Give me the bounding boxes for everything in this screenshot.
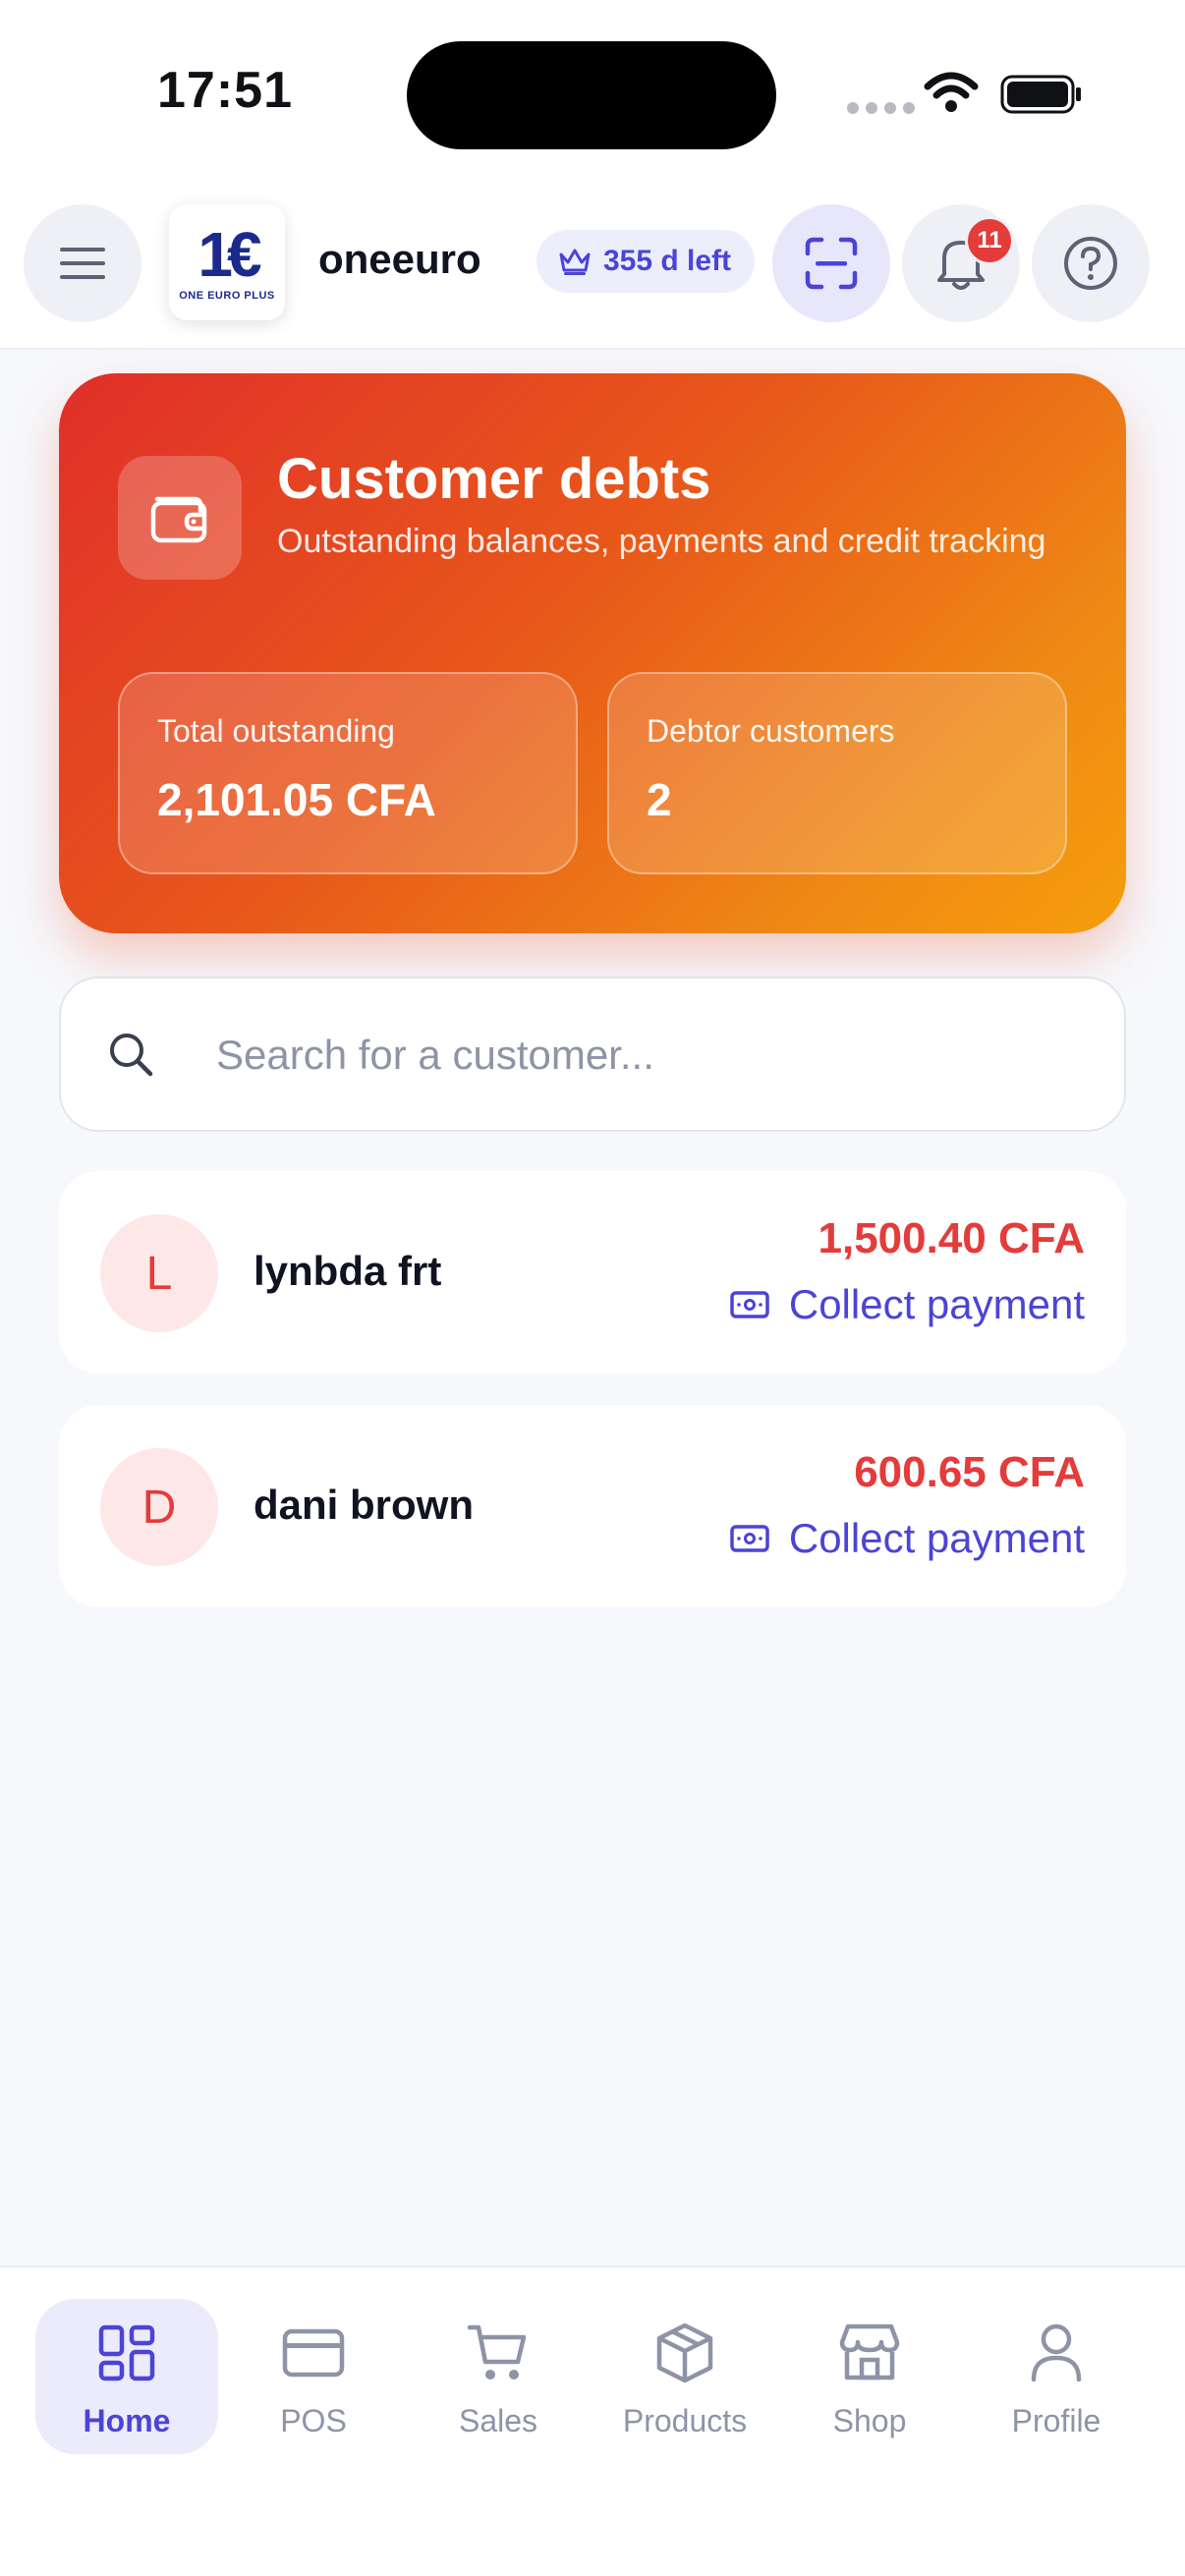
stat-value: 2 (647, 774, 672, 825)
search-input[interactable] (214, 1018, 1079, 1092)
avatar: D (100, 1448, 218, 1566)
store-icon (838, 2319, 901, 2387)
customer-name: dani brown (254, 1482, 474, 1528)
nav-label: Home (83, 2403, 171, 2438)
debt-amount: 600.65 CFA (854, 1448, 1085, 1496)
status-bar: 17:51 (0, 0, 1185, 187)
customer-search-box[interactable] (59, 977, 1126, 1132)
cash-icon (730, 1525, 769, 1552)
nav-shop[interactable]: Shop (778, 2299, 961, 2454)
avatar: L (100, 1214, 218, 1332)
list-item[interactable]: D dani brown 600.65 CFA Collect payment (59, 1405, 1126, 1607)
bottom-navigation: Home POS Sales Products Shop Profile (0, 2266, 1185, 2576)
customer-debts-card: Customer debts Outstanding balances, pay… (59, 373, 1126, 933)
logo-mark: 1€ (198, 219, 261, 290)
wallet-icon (118, 456, 242, 580)
dynamic-island (407, 41, 776, 149)
debt-amount: 1,500.40 CFA (818, 1214, 1086, 1262)
battery-icon (1000, 75, 1081, 114)
cellular-signal-icon (847, 102, 915, 114)
stat-label: Debtor customers (647, 713, 895, 749)
notifications-button[interactable]: 11 (902, 204, 1020, 322)
collect-payment-label: Collect payment (788, 1281, 1085, 1327)
page-subtitle: Outstanding balances, payments and credi… (277, 523, 1046, 560)
user-icon (1030, 2319, 1083, 2387)
logo-caption: ONE EURO PLUS (179, 290, 275, 302)
status-time: 17:51 (157, 62, 293, 119)
search-icon (110, 1034, 153, 1077)
shop-logo[interactable]: 1€ ONE EURO PLUS (169, 204, 285, 320)
collect-payment-label: Collect payment (788, 1515, 1085, 1561)
nav-sales[interactable]: Sales (407, 2299, 590, 2454)
cash-icon (730, 1291, 769, 1318)
help-button[interactable] (1032, 204, 1150, 322)
nav-pos[interactable]: POS (222, 2299, 405, 2454)
nav-profile[interactable]: Profile (965, 2299, 1148, 2454)
scan-icon (805, 237, 858, 290)
help-icon (1064, 237, 1117, 290)
stat-label: Total outstanding (157, 713, 395, 749)
card-icon (282, 2319, 345, 2387)
app-header: 1€ ONE EURO PLUS oneeuro 355 d left 11 (0, 187, 1185, 350)
collect-payment-button[interactable]: Collect payment (730, 1281, 1085, 1328)
wifi-icon (924, 72, 979, 112)
collect-payment-button[interactable]: Collect payment (730, 1515, 1085, 1562)
customer-name: lynbda frt (254, 1248, 442, 1294)
trial-label: 355 d left (603, 245, 732, 277)
nav-products[interactable]: Products (593, 2299, 776, 2454)
stat-total-outstanding: Total outstanding 2,101.05 CFA (118, 672, 578, 874)
nav-label: Shop (832, 2403, 907, 2438)
menu-button[interactable] (24, 204, 141, 322)
nav-label: POS (280, 2403, 347, 2438)
cart-icon (467, 2319, 530, 2387)
nav-label: Products (622, 2403, 748, 2438)
notification-count-badge: 11 (965, 216, 1014, 265)
page-title: Customer debts (277, 447, 711, 511)
list-item[interactable]: L lynbda frt 1,500.40 CFA Collect paymen… (59, 1171, 1126, 1373)
stat-value: 2,101.05 CFA (157, 774, 436, 825)
nav-label: Profile (1011, 2403, 1101, 2438)
nav-home[interactable]: Home (35, 2299, 218, 2454)
shop-name: oneeuro (318, 236, 481, 282)
scan-button[interactable] (772, 204, 890, 322)
box-icon (655, 2319, 714, 2387)
hamburger-icon (60, 248, 105, 279)
grid-icon (97, 2319, 156, 2387)
stat-debtor-customers: Debtor customers 2 (607, 672, 1067, 874)
trial-badge[interactable]: 355 d left (536, 230, 756, 293)
crown-icon (559, 249, 591, 275)
nav-label: Sales (458, 2403, 538, 2438)
